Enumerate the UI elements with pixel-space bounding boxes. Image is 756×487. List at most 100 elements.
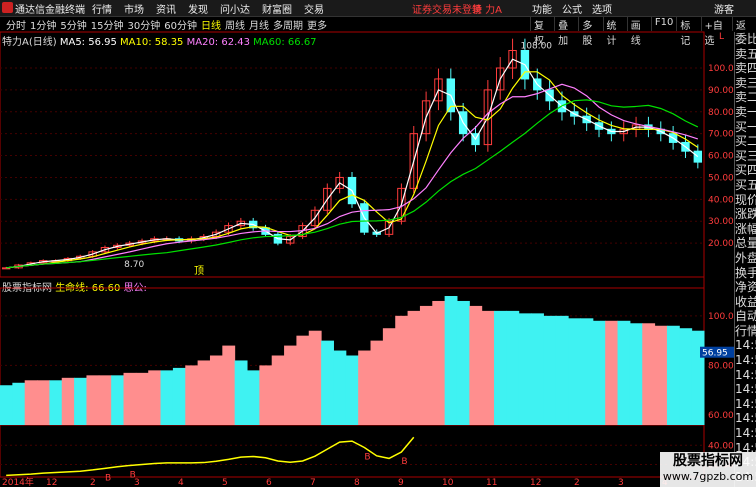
price-axis-label: 50.00 — [708, 173, 734, 183]
max-price-label: 108.00 — [521, 41, 553, 51]
quote-panel-row: 卖五 — [735, 46, 756, 61]
quote-panel-row: 14:5 — [735, 411, 756, 426]
indicator-bar — [345, 355, 359, 425]
quote-panel: 委比 卖五 卖四 卖三 卖二 卖一 买一 买二 买三 买四 买五 现价 涨跌 涨幅 总量 外盘 换手 净资 收益 自动… — [734, 32, 756, 487]
b-signal: B — [105, 473, 111, 483]
x-axis-label: 2 — [574, 478, 580, 487]
x-axis-label: 8 — [354, 478, 360, 487]
level-badge: L — [719, 32, 725, 42]
indicator-axis-label: 80.00 — [708, 361, 734, 371]
indicator-bar — [74, 377, 87, 425]
quote-panel-row: 涨跌 — [735, 207, 756, 222]
indicator-bar — [506, 310, 520, 425]
ma5-line — [6, 58, 699, 269]
quote-panel-row: 买三 — [735, 148, 756, 163]
indicator-bar — [308, 330, 322, 425]
indicator-bar — [531, 313, 544, 425]
indicator-bar — [12, 382, 26, 425]
price-axis-label: 30.00 — [708, 217, 734, 227]
quote-panel-row: 外盘 — [735, 250, 756, 265]
indicator-bar — [37, 380, 50, 425]
lower-panel-frame — [0, 424, 705, 478]
indicator-bar — [432, 300, 446, 425]
indicator-bar — [382, 328, 396, 425]
quote-panel-row: 换手 — [735, 265, 756, 280]
quote-panel-row: 卖一 — [735, 104, 756, 119]
quote-panel-row: 卖三 — [735, 75, 756, 90]
x-axis-label: 12 — [530, 478, 541, 487]
indicator-bar — [419, 305, 433, 425]
toolbar-back-button[interactable]: 返回 — [731, 17, 756, 47]
indicator-bar — [629, 323, 643, 425]
indicator-axis-label: 100.0 — [708, 312, 734, 322]
indicator-bar — [617, 320, 631, 425]
quote-panel-row: 14:5 — [735, 382, 756, 397]
indicator-bar — [456, 300, 470, 425]
min-price-label: 8.70 — [124, 260, 144, 270]
x-axis-label: 11 — [486, 478, 497, 487]
indicator-bar — [197, 360, 211, 425]
indicator-bar — [580, 318, 594, 425]
quote-panel-row: 卖二 — [735, 90, 756, 105]
indicator-bar — [296, 335, 310, 425]
indicator-bar — [234, 360, 248, 425]
indicator-bar — [494, 310, 507, 425]
indicator-bar — [209, 355, 223, 425]
indicator-bar — [148, 370, 162, 425]
quote-panel-row: 行情 — [735, 323, 756, 338]
indicator-bar — [395, 315, 409, 425]
quote-panel-row: 买一 — [735, 119, 756, 134]
x-axis-label: 2 — [90, 478, 96, 487]
quote-panel-row: 涨幅 — [735, 221, 756, 236]
indicator-bar — [61, 377, 75, 425]
quote-panel-row: 收益 — [735, 294, 756, 309]
chart-canvas[interactable]: 100.0 90.00 80.00 70.00 60.00 50.00 40.00 30.00… — [0, 0, 734, 487]
x-axis-label: 3 — [134, 478, 140, 487]
price-panel-frame — [0, 31, 705, 278]
lower-axis-label: 40.00 — [708, 441, 734, 451]
watermark: 股票指标网 www.7gpzb.com — [660, 452, 756, 487]
price-axis-label: 70.00 — [708, 130, 734, 140]
indicator-bar — [518, 313, 532, 425]
x-axis-label: 10 — [442, 478, 454, 487]
indicator-bar — [370, 340, 384, 425]
x-axis-label: 2014年 — [2, 476, 34, 487]
quote-panel-row: 买二 — [735, 134, 756, 149]
indicator-bar — [592, 320, 606, 425]
indicator-bar — [481, 310, 495, 425]
indicator-bar — [247, 370, 260, 425]
price-axis-label: 40.00 — [708, 195, 734, 205]
x-axis-label: 6 — [266, 478, 272, 487]
indicator-bar — [568, 318, 581, 425]
indicator-bar — [135, 372, 149, 425]
quote-panel-row: 买五 — [735, 177, 756, 192]
last-value-label: 56.95 — [702, 349, 728, 359]
indicator-bar — [691, 330, 705, 425]
indicator-bar — [172, 367, 186, 425]
quote-panel-row: 自动 — [735, 309, 756, 324]
price-axis-label: 60.00 — [708, 152, 734, 162]
indicator-bar — [259, 365, 273, 425]
indicator-bar — [98, 375, 112, 425]
indicator-bar — [185, 365, 199, 425]
indicator-bar — [284, 345, 297, 425]
quote-panel-row: 卖四 — [735, 61, 756, 76]
x-axis-label: 4 — [178, 478, 184, 487]
indicator-bar — [24, 380, 38, 425]
indicator-bar — [469, 305, 483, 425]
x-axis-label: 12 — [46, 478, 57, 487]
indicator-bar — [605, 320, 619, 425]
indicator-bar — [86, 375, 100, 425]
indicator-bar — [160, 370, 174, 425]
indicator-bar — [271, 355, 285, 425]
indicator-bar — [0, 385, 13, 425]
life-line — [6, 436, 415, 477]
price-axis-label: 80.00 — [708, 108, 734, 118]
quote-panel-row: 买四 — [735, 163, 756, 178]
indicator-axis-label: 60.00 — [708, 411, 734, 421]
x-axis-label: 3 — [618, 478, 624, 487]
x-axis-label: 9 — [398, 478, 404, 487]
indicator-bar — [407, 310, 421, 425]
quote-panel-row: 14:5 — [735, 338, 756, 353]
quote-panel-row: 委比 — [735, 32, 756, 46]
